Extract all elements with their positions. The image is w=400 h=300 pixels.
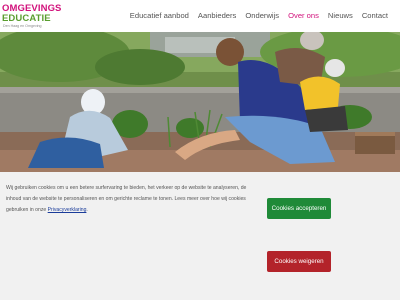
nav-item-onderwijs[interactable]: Onderwijs <box>245 11 279 20</box>
nav-item-aanbieders[interactable]: Aanbieders <box>198 11 236 20</box>
cookie-text: Wij gebruiken cookies om u een betere su… <box>6 183 256 216</box>
accept-cookies-button[interactable]: Cookies accepteren <box>267 198 331 219</box>
site-header: OMGEVINGS EDUCATIE Den Haag en Omgeving … <box>0 0 400 32</box>
logo-tagline: Den Haag en Omgeving <box>3 24 42 28</box>
decline-cookies-button[interactable]: Cookies weigeren <box>267 251 331 272</box>
nav-item-over-ons[interactable]: Over ons <box>288 11 319 20</box>
cookie-banner: Wij gebruiken cookies om u een betere su… <box>0 172 400 300</box>
privacy-link[interactable]: Privacyverklaring <box>48 207 87 213</box>
main-nav: Educatief aanbod Aanbieders Onderwijs Ov… <box>130 11 388 20</box>
cookie-message-end: . <box>86 207 88 213</box>
nav-item-nieuws[interactable]: Nieuws <box>328 11 353 20</box>
nav-item-educatief-aanbod[interactable]: Educatief aanbod <box>130 11 189 20</box>
cookie-message: Wij gebruiken cookies om u een betere su… <box>6 185 247 213</box>
nav-item-contact[interactable]: Contact <box>362 11 388 20</box>
logo-line2: EDUCATIE <box>2 13 51 24</box>
hero-image <box>0 32 400 172</box>
site-logo[interactable]: OMGEVINGS EDUCATIE Den Haag en Omgeving <box>2 3 62 31</box>
